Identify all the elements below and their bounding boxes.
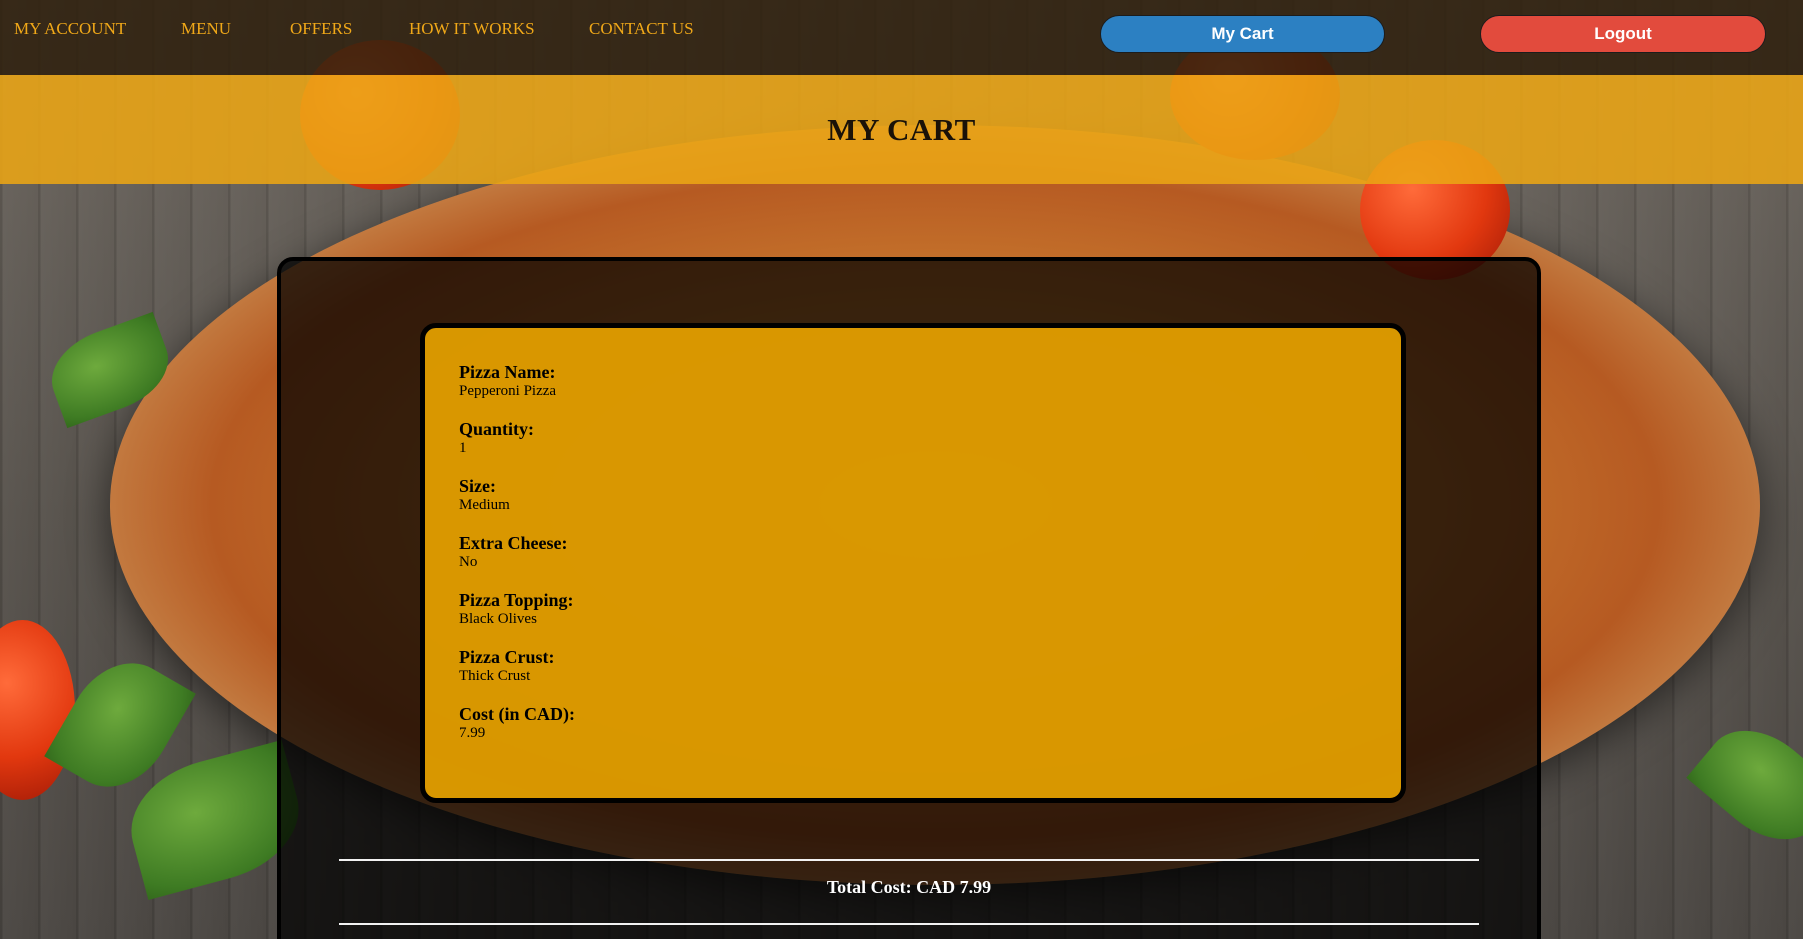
field-label: Pizza Topping:	[459, 590, 574, 610]
field-cost: Cost (in CAD): 7.99	[459, 704, 1401, 742]
field-size: Size: Medium	[459, 476, 1401, 514]
nav-link-offers[interactable]: OFFERS	[290, 19, 352, 39]
logout-button[interactable]: Logout	[1480, 15, 1766, 53]
field-pizza-name: Pizza Name: Pepperoni Pizza	[459, 362, 1401, 400]
page-title-banner: MY CART	[0, 75, 1803, 184]
divider	[339, 859, 1479, 861]
nav-link-menu[interactable]: MENU	[181, 19, 231, 39]
nav-link-contact-us[interactable]: CONTACT US	[589, 19, 694, 39]
field-label: Quantity:	[459, 419, 535, 439]
cart-item-card: Pizza Name: Pepperoni Pizza Quantity: 1 …	[420, 323, 1406, 803]
field-pizza-topping: Pizza Topping: Black Olives	[459, 590, 1401, 628]
field-value: Thick Crust	[459, 668, 531, 684]
field-label: Size:	[459, 476, 496, 496]
field-label: Pizza Name:	[459, 362, 556, 382]
top-navigation-bar: MY ACCOUNT MENU OFFERS HOW IT WORKS CONT…	[0, 0, 1803, 75]
field-label: Pizza Crust:	[459, 647, 555, 667]
nav-link-how-it-works[interactable]: HOW IT WORKS	[409, 19, 535, 39]
field-quantity: Quantity: 1	[459, 419, 1401, 457]
divider	[339, 923, 1479, 925]
nav-link-my-account[interactable]: MY ACCOUNT	[14, 19, 126, 39]
page-title: MY CART	[827, 111, 976, 147]
field-value: 7.99	[459, 725, 486, 741]
field-value: Black Olives	[459, 611, 537, 627]
field-pizza-crust: Pizza Crust: Thick Crust	[459, 647, 1401, 685]
field-value: 1	[459, 440, 467, 456]
my-cart-button[interactable]: My Cart	[1100, 15, 1385, 53]
field-label: Cost (in CAD):	[459, 704, 575, 724]
cart-panel: Pizza Name: Pepperoni Pizza Quantity: 1 …	[277, 257, 1541, 939]
field-extra-cheese: Extra Cheese: No	[459, 533, 1401, 571]
field-value: Pepperoni Pizza	[459, 383, 557, 399]
field-label: Extra Cheese:	[459, 533, 568, 553]
total-cost: Total Cost: CAD 7.99	[826, 877, 992, 897]
field-value: No	[459, 554, 478, 570]
field-value: Medium	[459, 497, 510, 513]
